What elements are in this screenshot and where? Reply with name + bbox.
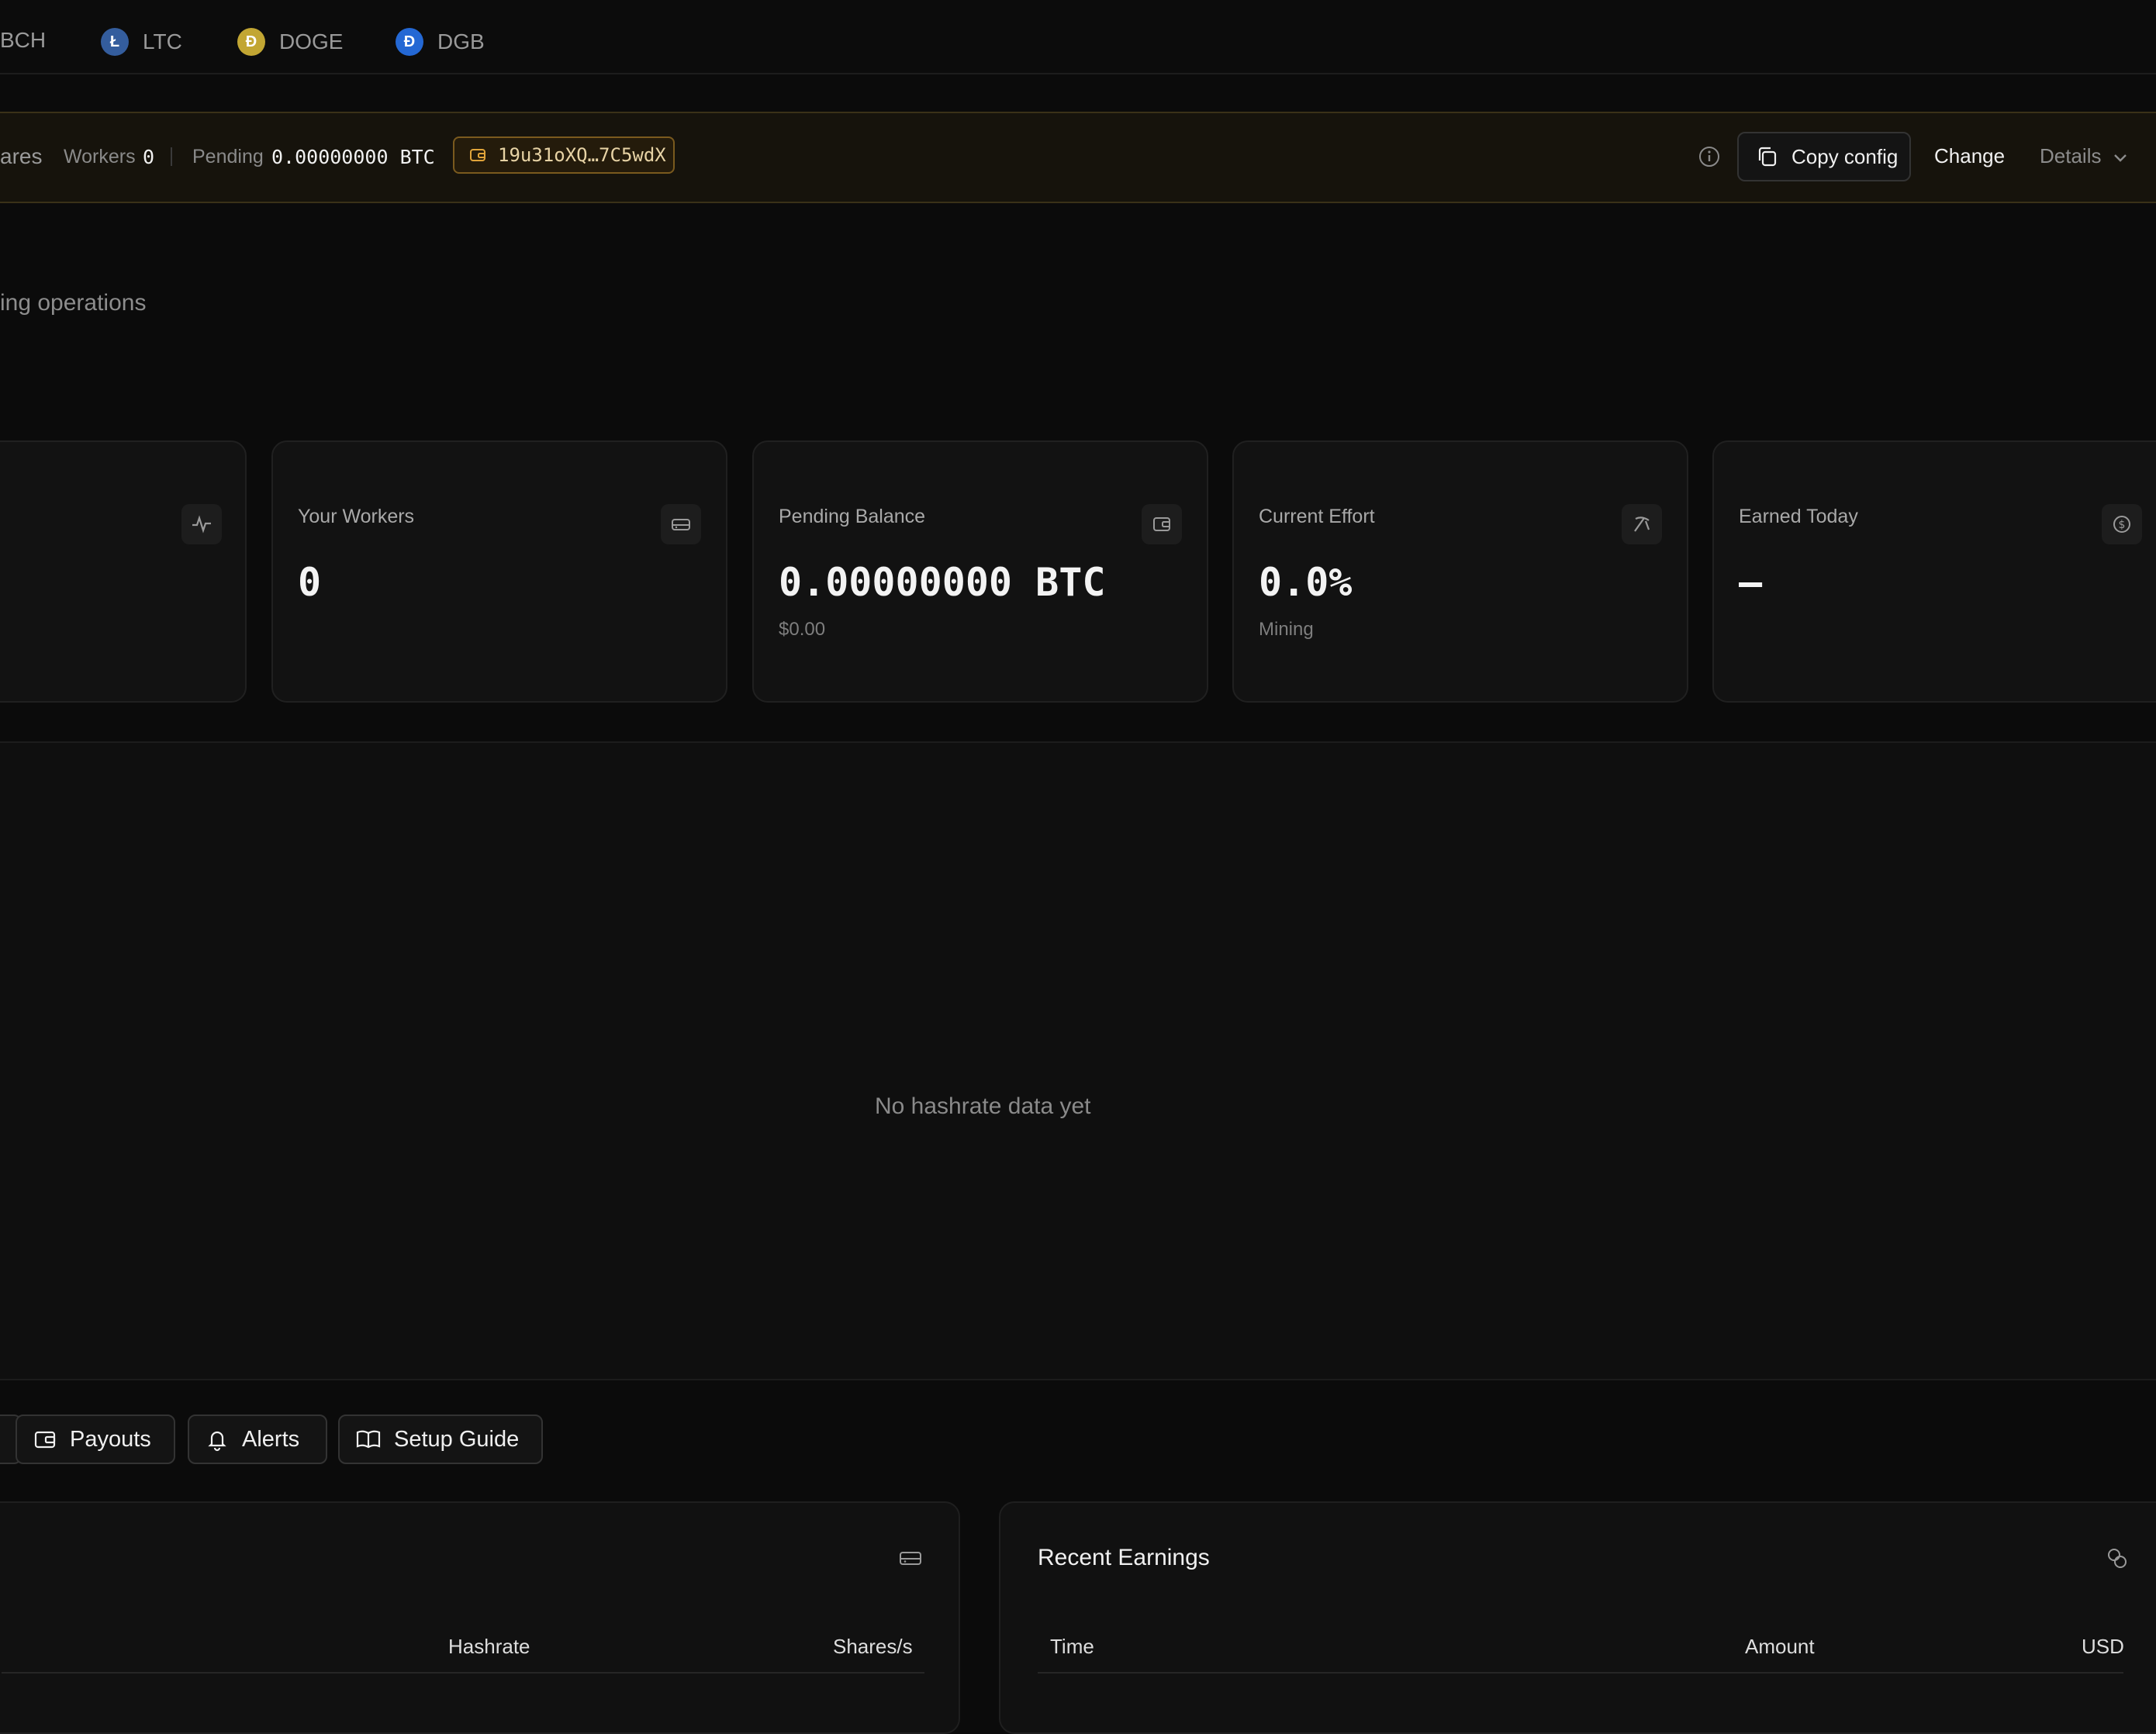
card-value: 0 [298, 560, 322, 605]
pending-value: 0.00000000 BTC [271, 146, 435, 168]
card-value: — [1739, 560, 1763, 605]
bell-icon [208, 1431, 226, 1452]
alerts-tab-button[interactable]: Alerts [188, 1414, 327, 1464]
server-icon [898, 1546, 923, 1573]
setup-guide-label: Setup Guide [394, 1426, 520, 1452]
doge-coin-icon: Ð [237, 28, 265, 56]
wallet-address-chip[interactable]: 19u31oXQ…7C5wdX [453, 136, 675, 174]
card-title: Current Effort [1259, 506, 1375, 527]
coin-tab-bch[interactable]: BCH [0, 28, 46, 53]
coin-tab-label: LTC [143, 29, 182, 54]
coins-icon [2105, 1546, 2130, 1575]
setup-guide-tab-button[interactable]: Setup Guide [338, 1414, 543, 1464]
wallet-icon [470, 149, 485, 161]
chart-empty-state: No hashrate data yet [875, 1093, 1091, 1119]
chevron-down-icon [2113, 154, 2127, 162]
details-toggle[interactable]: Details [2040, 144, 2129, 168]
card-value: 0.0% [1259, 560, 1353, 605]
card-title: Your Workers [298, 506, 415, 527]
coin-tab-bar: BCH Ł LTC Ð DOGE Ɖ DGB [0, 0, 2156, 74]
alerts-label: Alerts [242, 1426, 300, 1452]
shares-label-fragment: ares [0, 144, 43, 168]
divider [2, 1672, 924, 1674]
info-icon[interactable] [1697, 144, 1722, 173]
server-icon [661, 504, 701, 544]
column-header-shares[interactable]: Shares/s [833, 1635, 913, 1659]
coin-tab-ltc[interactable]: Ł LTC [101, 28, 182, 56]
stat-card-pending-balance: Pending Balance 0.00000000 BTC $0.00 [752, 440, 1208, 703]
wallet-icon [34, 1431, 56, 1449]
divider [171, 147, 172, 166]
page-subtitle: ing operations [0, 290, 147, 316]
wallet-icon [1142, 504, 1182, 544]
coin-tab-label: DOGE [279, 29, 344, 54]
workers-value: 0 [143, 146, 155, 168]
ltc-coin-icon: Ł [101, 28, 129, 56]
payouts-label: Payouts [70, 1426, 151, 1452]
pickaxe-icon [1622, 504, 1662, 544]
coin-tab-label: BCH [0, 28, 47, 52]
hashrate-chart-panel: No hashrate data yet [0, 741, 2156, 1380]
column-header-amount[interactable]: Amount [1745, 1635, 1815, 1659]
pending-label: Pending [192, 146, 264, 168]
stat-card-hashrate [0, 440, 247, 703]
copy-icon [1758, 147, 1777, 167]
workers-label: Workers [64, 146, 136, 168]
card-subvalue: Mining [1259, 619, 1314, 640]
stat-card-workers: Your Workers 0 [271, 440, 727, 703]
column-header-time[interactable]: Time [1050, 1635, 1094, 1659]
stat-card-current-effort: Current Effort 0.0% Mining [1232, 440, 1688, 703]
divider [1038, 1672, 2123, 1674]
change-wallet-button[interactable]: Change [1934, 144, 2005, 168]
column-header-hashrate[interactable]: Hashrate [448, 1635, 530, 1659]
column-header-usd[interactable]: USD [2082, 1635, 2124, 1659]
stat-card-earned-today: Earned Today — $ [1712, 440, 2156, 703]
workers-panel: Hashrate Shares/s [0, 1501, 960, 1734]
details-label: Details [2040, 144, 2102, 168]
card-value: 0.00000000 BTC [779, 560, 1106, 605]
payouts-tab-button[interactable]: Payouts [16, 1414, 175, 1464]
svg-text:$: $ [2119, 519, 2126, 531]
activity-icon [181, 504, 222, 544]
recent-earnings-panel: Recent Earnings Time Amount USD [999, 1501, 2156, 1734]
card-title: Pending Balance [779, 506, 926, 527]
book-icon [356, 1430, 381, 1449]
dollar-circle-icon: $ [2102, 504, 2142, 544]
panel-title: Recent Earnings [1038, 1545, 1210, 1570]
dgb-coin-icon: Ɖ [396, 28, 423, 56]
coin-tab-dgb[interactable]: Ɖ DGB [396, 28, 485, 56]
copy-config-button[interactable]: Copy config [1737, 132, 1911, 181]
copy-config-label: Copy config [1791, 144, 1899, 168]
coin-tab-label: DGB [437, 29, 485, 54]
card-title: Earned Today [1739, 506, 1858, 527]
card-subvalue: $0.00 [779, 619, 826, 640]
coin-tab-doge[interactable]: Ð DOGE [237, 28, 343, 56]
wallet-address: 19u31oXQ…7C5wdX [498, 144, 666, 166]
